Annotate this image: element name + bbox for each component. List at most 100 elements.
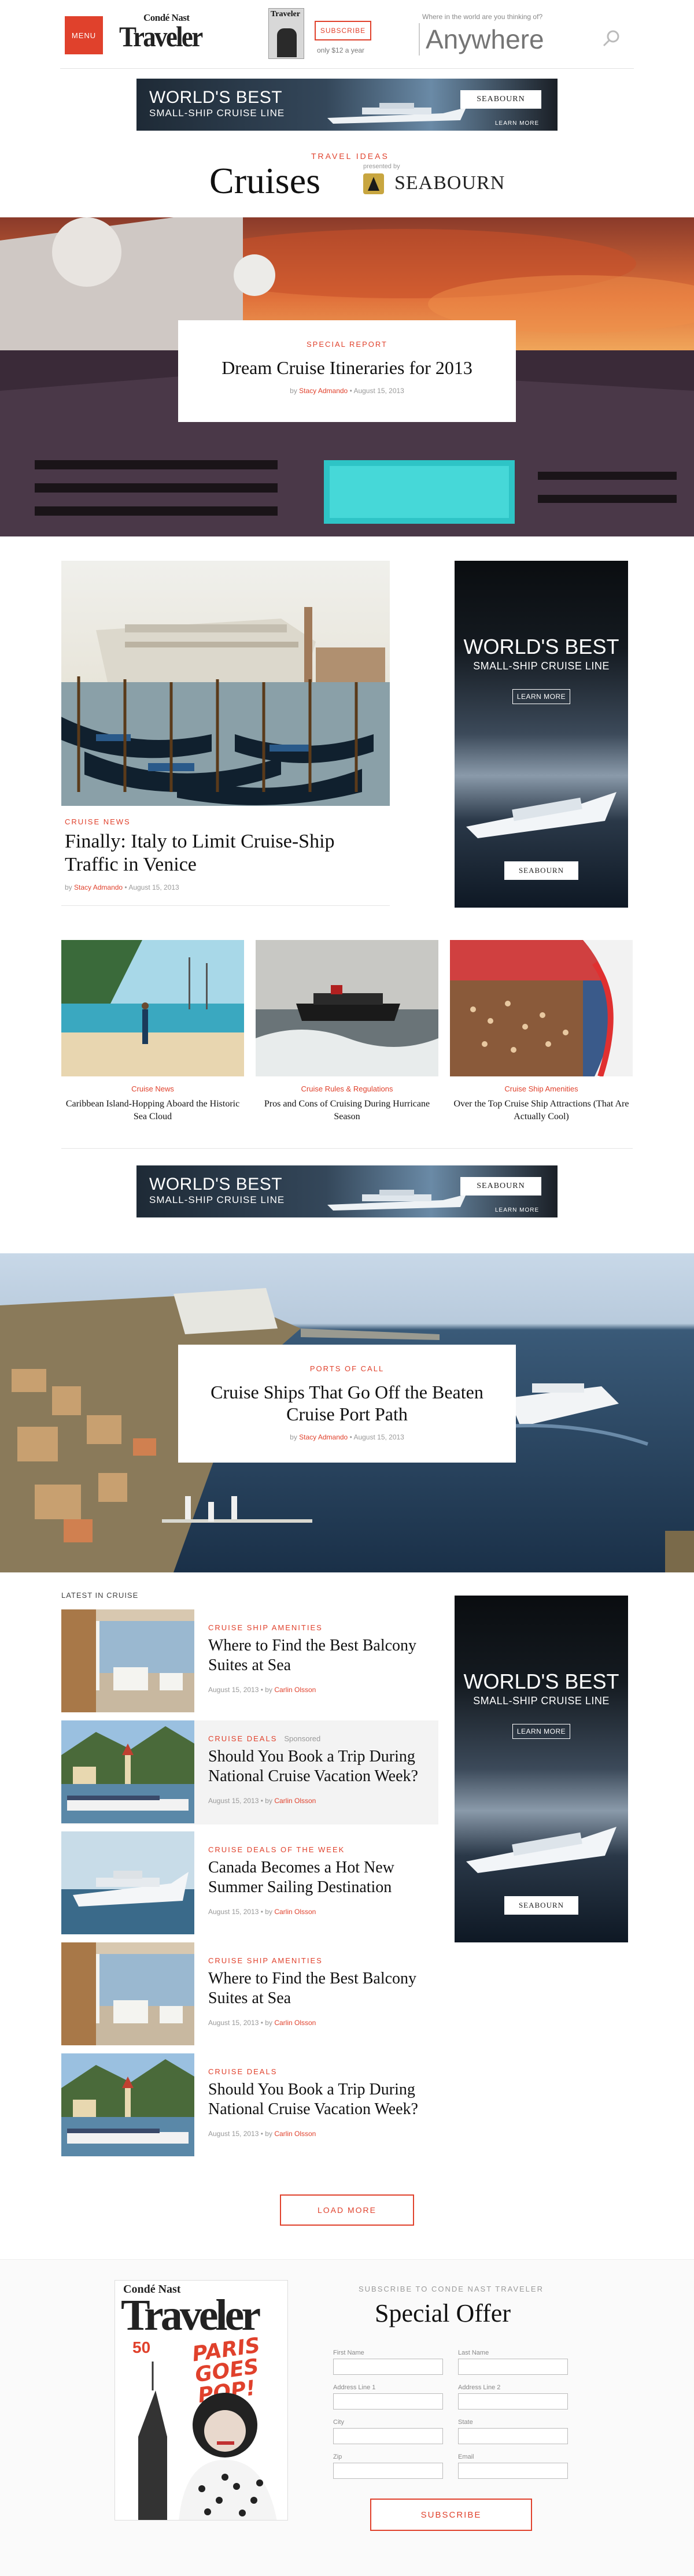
ad-sky-title: WORLD'S BEST xyxy=(463,635,619,658)
cover-portrait-illustration xyxy=(138,2362,277,2520)
ad-brand-logo: SEABOURN xyxy=(460,1177,541,1196)
latest-item-author[interactable]: Carlin Olsson xyxy=(274,2130,316,2138)
sponsor-logo[interactable]: SEABOURN xyxy=(362,171,507,197)
state-label: State xyxy=(458,2419,473,2426)
mag-thumb-figure xyxy=(277,28,297,57)
latest-item-author[interactable]: Carlin Olsson xyxy=(274,1908,316,1916)
zip-field[interactable] xyxy=(333,2463,443,2479)
email-field[interactable] xyxy=(458,2463,568,2479)
menu-label: MENU xyxy=(71,31,97,40)
magazine-cover-thumbnail[interactable]: Traveler xyxy=(268,8,304,59)
subscribe-button-label: SUBSCRIBE xyxy=(320,27,366,35)
ad-learn-more[interactable]: LEARN MORE xyxy=(495,1207,539,1213)
latest-item-kicker: CRUISE DEALS Sponsored xyxy=(208,1734,320,1743)
cruise-ship-icon xyxy=(327,1190,466,1211)
ad-sky-learn-more[interactable]: LEARN MORE xyxy=(512,689,570,704)
latest-item-date: August 15, 2013 xyxy=(208,1908,259,1916)
latest-item-title[interactable]: Where to Find the Best Balcony Suites at… xyxy=(208,1969,428,2008)
latest-item-date: August 15, 2013 xyxy=(208,1797,259,1805)
latest-item-by: by xyxy=(265,1686,272,1694)
hero-card[interactable]: PORTS OF CALL Cruise Ships That Go Off t… xyxy=(178,1345,516,1463)
feature-author[interactable]: Stacy Admando xyxy=(74,883,123,891)
address1-field[interactable] xyxy=(333,2393,443,2410)
hero-kicker: SPECIAL REPORT xyxy=(307,340,387,349)
latest-item-by: by xyxy=(265,1797,272,1805)
ad-skyscraper-1[interactable]: WORLD'S BEST SMALL-SHIP CRUISE LINE LEAR… xyxy=(455,561,628,908)
cover-big-logo: Traveler xyxy=(121,2291,261,2340)
load-more-label: LOAD MORE xyxy=(317,2205,376,2215)
ad-banner-middle[interactable]: WORLD'S BEST SMALL-SHIP CRUISE LINE SEAB… xyxy=(136,1165,558,1217)
latest-item[interactable]: CRUISE SHIP AMENITIES Where to Find the … xyxy=(61,1942,438,2046)
subscribe-button[interactable]: SUBSCRIBE xyxy=(315,21,371,40)
latest-item[interactable]: CRUISE DEALS OF THE WEEK Canada Becomes … xyxy=(61,1831,438,1935)
latest-item-meta: August 15, 2013 • by Carlin Olsson xyxy=(208,2130,316,2138)
latest-item-meta: August 15, 2013 • by Carlin Olsson xyxy=(208,1908,316,1916)
seabourn-shell-icon xyxy=(363,173,384,194)
latest-item-author[interactable]: Carlin Olsson xyxy=(274,2019,316,2027)
feature-title[interactable]: Finally: Italy to Limit Cruise-Ship Traf… xyxy=(65,830,366,876)
search-label: Where in the world are you thinking of? xyxy=(422,13,543,21)
address2-field[interactable] xyxy=(458,2393,568,2410)
card-sea-cloud[interactable]: Cruise News Caribbean Island-Hopping Abo… xyxy=(61,940,244,1123)
menu-button[interactable]: MENU xyxy=(65,16,103,54)
hero-author[interactable]: Stacy Admando xyxy=(299,387,348,395)
latest-item-kicker: CRUISE SHIP AMENITIES xyxy=(208,1623,330,1632)
site-logo[interactable]: Condé Nast Traveler xyxy=(119,13,223,54)
latest-item-kicker: CRUISE DEALS xyxy=(208,2067,284,2076)
hero-card[interactable]: SPECIAL REPORT Dream Cruise Itineraries … xyxy=(178,320,516,422)
ad-sky-title: WORLD'S BEST xyxy=(463,1670,619,1693)
latest-item[interactable]: CRUISE DEALS Should You Book a Trip Duri… xyxy=(61,2053,438,2157)
first-name-label: First Name xyxy=(333,2349,364,2356)
latest-item-image xyxy=(61,1609,194,1712)
load-more-button[interactable]: LOAD MORE xyxy=(280,2194,414,2226)
first-name-field[interactable] xyxy=(333,2359,443,2375)
hero-image-cruise-deck[interactable]: SPECIAL REPORT Dream Cruise Itineraries … xyxy=(0,217,694,536)
ad-subtitle: SMALL-SHIP CRUISE LINE xyxy=(149,108,285,119)
latest-item-meta: August 15, 2013 • by Carlin Olsson xyxy=(208,1797,316,1805)
ad-banner-top[interactable]: WORLD'S BEST SMALL-SHIP CRUISE LINE SEAB… xyxy=(136,79,558,131)
search-icon[interactable] xyxy=(601,29,621,49)
card-hurricane-season[interactable]: Cruise Rules & Regulations Pros and Cons… xyxy=(256,940,438,1123)
ad-sky-learn-more[interactable]: LEARN MORE xyxy=(512,1724,570,1739)
latest-item-date: August 15, 2013 xyxy=(208,2130,259,2138)
latest-item[interactable]: CRUISE SHIP AMENITIES Where to Find the … xyxy=(61,1609,438,1713)
latest-item[interactable]: CRUISE DEALS Sponsored Should You Book a … xyxy=(61,1720,438,1824)
hero-image-port[interactable]: PORTS OF CALL Cruise Ships That Go Off t… xyxy=(0,1253,694,1572)
hero-title[interactable]: Cruise Ships That Go Off the Beaten Crui… xyxy=(178,1381,516,1425)
latest-item-title[interactable]: Should You Book a Trip During National C… xyxy=(208,1747,428,1786)
ad-title: WORLD'S BEST xyxy=(149,88,283,107)
latest-item-meta: August 15, 2013 • by Carlin Olsson xyxy=(208,1686,316,1694)
latest-item-title[interactable]: Where to Find the Best Balcony Suites at… xyxy=(208,1636,428,1675)
latest-item-author[interactable]: Carlin Olsson xyxy=(274,1797,316,1805)
subscribe-submit-label: SUBSCRIBE xyxy=(420,2510,482,2520)
last-name-label: Last Name xyxy=(458,2349,489,2356)
magazine-cover[interactable]: Condé Nast Traveler PARIS GOES POP! 50 xyxy=(115,2280,288,2521)
hero-author[interactable]: Stacy Admando xyxy=(299,1433,348,1441)
email-label: Email xyxy=(458,2453,474,2460)
feature-image-venice[interactable] xyxy=(61,561,390,806)
latest-item-by: by xyxy=(265,1908,272,1916)
subscribe-price: only $12 a year xyxy=(317,46,365,54)
city-field[interactable] xyxy=(333,2428,443,2444)
latest-item-image xyxy=(61,2053,194,2156)
hero-title[interactable]: Dream Cruise Itineraries for 2013 xyxy=(178,357,516,379)
ad-learn-more[interactable]: LEARN MORE xyxy=(495,120,539,127)
ad-skyscraper-2[interactable]: WORLD'S BEST SMALL-SHIP CRUISE LINE LEAR… xyxy=(455,1596,628,1942)
latest-item-title[interactable]: Canada Becomes a Hot New Summer Sailing … xyxy=(208,1858,428,1897)
latest-item-title[interactable]: Should You Book a Trip During National C… xyxy=(208,2080,428,2119)
latest-item-image xyxy=(61,1720,194,1823)
latest-item-author[interactable]: Carlin Olsson xyxy=(274,1686,316,1694)
card-cruise-attractions[interactable]: Cruise Ship Amenities Over the Top Cruis… xyxy=(450,940,633,1123)
last-name-field[interactable] xyxy=(458,2359,568,2375)
ad-sky-brand: SEABOURN xyxy=(504,1896,578,1915)
stormy-sea-photo xyxy=(256,940,438,1076)
cruise-ship-icon xyxy=(466,1827,617,1873)
kicker-text: CRUISE DEALS OF THE WEEK xyxy=(208,1845,345,1854)
logo-big-text: Traveler xyxy=(119,20,203,53)
card-title: Caribbean Island-Hopping Aboard the Hist… xyxy=(65,1099,240,1122)
presented-by-label: presented by xyxy=(363,163,400,170)
state-field[interactable] xyxy=(458,2428,568,2444)
search-input[interactable] xyxy=(419,23,592,55)
subscribe-submit-button[interactable]: SUBSCRIBE xyxy=(370,2499,532,2531)
mag-thumb-logo: Traveler xyxy=(271,10,301,18)
